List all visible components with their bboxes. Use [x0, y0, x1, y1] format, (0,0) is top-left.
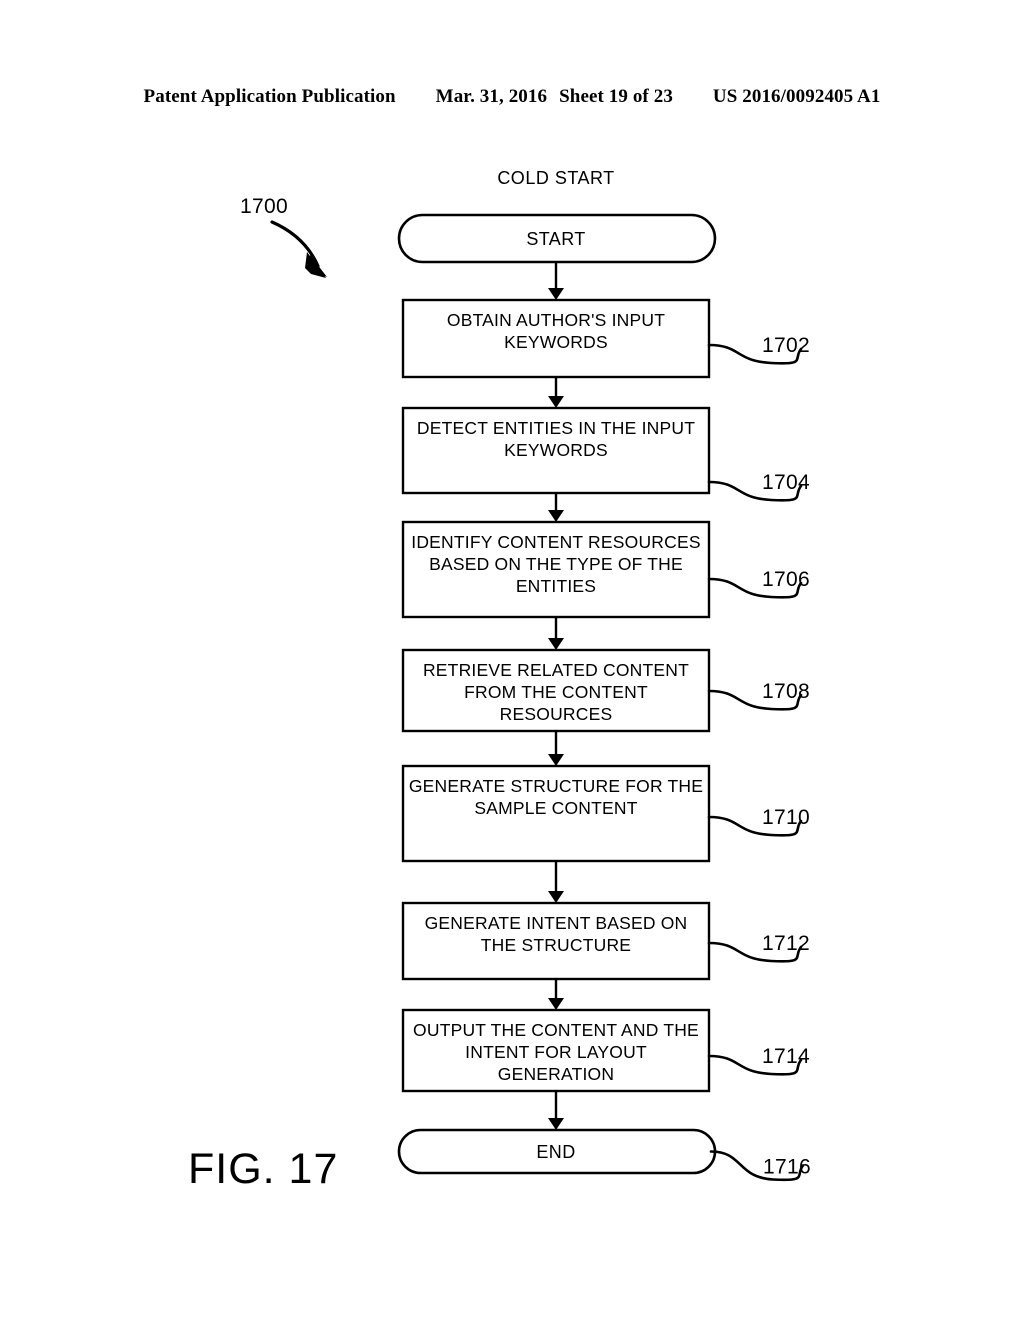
connector-arrowhead [548, 754, 564, 766]
step-box-label-line: FROM THE CONTENT [464, 682, 648, 702]
step-box-label-line: RESOURCES [500, 704, 613, 724]
connector-arrowhead [548, 510, 564, 522]
connector-arrowhead [548, 998, 564, 1010]
step-box-label-line: BASED ON THE TYPE OF THE [429, 554, 683, 574]
step-box-label-line: IDENTIFY CONTENT RESOURCES [411, 532, 700, 552]
flowchart-diagram: COLD START 1700 START OBTAIN AUTHOR'S INP… [240, 168, 811, 1182]
step-box-label-line: INTENT FOR LAYOUT [465, 1042, 647, 1062]
reference-number-1710: 1710 [762, 806, 810, 829]
reference-number-1712: 1712 [762, 932, 810, 955]
step-box-label-line: RETRIEVE RELATED CONTENT [423, 660, 689, 680]
step-box-label-line: OBTAIN AUTHOR'S INPUT [447, 310, 665, 330]
reference-number-1702: 1702 [762, 334, 810, 357]
connector-to-step-1710 [548, 731, 564, 766]
main-reference-arrow [270, 220, 327, 278]
flowchart-step-1708[interactable]: RETRIEVE RELATED CONTENTFROM THE CONTENT… [401, 648, 711, 733]
flowchart-step-1704[interactable]: DETECT ENTITIES IN THE INPUTKEYWORDS [401, 406, 711, 495]
step-box-label-line: THE STRUCTURE [481, 935, 631, 955]
flowchart-step-1702[interactable]: OBTAIN AUTHOR'S INPUTKEYWORDS [401, 298, 711, 379]
main-reference-number: 1700 [240, 195, 288, 218]
step-box-label-line: ENTITIES [516, 576, 596, 596]
flowchart-step-1712[interactable]: GENERATE INTENT BASED ONTHE STRUCTURE [401, 901, 711, 981]
diagram-title: COLD START [497, 168, 614, 188]
connector-arrowhead [548, 891, 564, 903]
step-box-label-line: SAMPLE CONTENT [474, 798, 637, 818]
step-box-label-line: KEYWORDS [504, 332, 608, 352]
reference-number-1708: 1708 [762, 680, 810, 703]
flowchart-start-node[interactable]: START [397, 213, 717, 264]
step-box-label-line: KEYWORDS [504, 440, 608, 460]
flowchart-step-1714[interactable]: OUTPUT THE CONTENT AND THEINTENT FOR LAY… [401, 1008, 711, 1093]
connector-arrowhead [548, 1118, 564, 1130]
connector-to-step-1714 [548, 979, 564, 1010]
reference-number-1716: 1716 [763, 1156, 811, 1179]
connector-arrowhead [548, 638, 564, 650]
step-box-label-line: GENERATE INTENT BASED ON [425, 913, 688, 933]
end-node-label: END [536, 1142, 575, 1162]
flowchart-step-1710[interactable]: GENERATE STRUCTURE FOR THESAMPLE CONTENT [401, 764, 711, 863]
connector-arrowhead [548, 396, 564, 408]
step-box-label-line: GENERATION [498, 1064, 614, 1084]
connector-to-step-1706 [548, 493, 564, 522]
flowchart-step-1706[interactable]: IDENTIFY CONTENT RESOURCESBASED ON THE T… [401, 520, 711, 619]
connector-to-end-node [548, 1091, 564, 1130]
connector-to-step-1708 [548, 617, 564, 650]
connector-to-step-1712 [548, 861, 564, 903]
step-box-label-line: OUTPUT THE CONTENT AND THE [413, 1020, 699, 1040]
step-box-label-line: GENERATE STRUCTURE FOR THE [409, 776, 703, 796]
connector-arrowhead [548, 288, 564, 300]
reference-number-1706: 1706 [762, 568, 810, 591]
connector-to-step-1702 [548, 262, 564, 300]
connector-to-step-1704 [548, 377, 564, 408]
flowchart-end-node[interactable]: END [397, 1128, 717, 1175]
step-box-label-line: DETECT ENTITIES IN THE INPUT [417, 418, 695, 438]
start-node-label: START [526, 229, 585, 249]
reference-number-1704: 1704 [762, 471, 810, 494]
reference-number-1714: 1714 [762, 1045, 810, 1068]
